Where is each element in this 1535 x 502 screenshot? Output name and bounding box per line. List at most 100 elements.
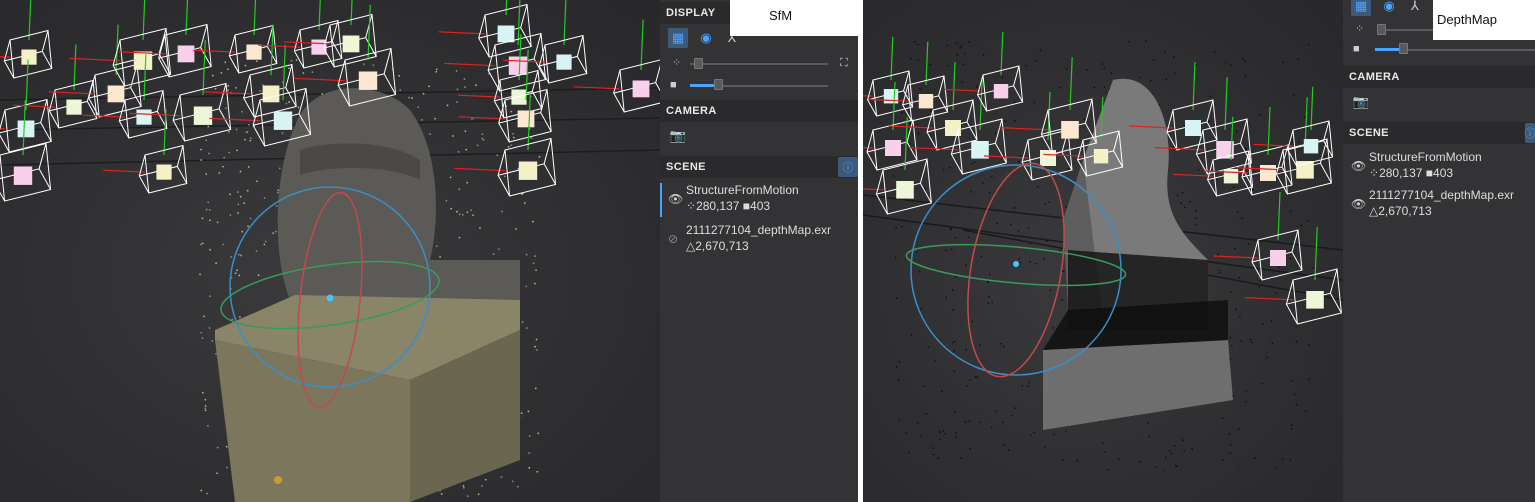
point bbox=[1195, 64, 1197, 66]
point bbox=[236, 269, 238, 272]
point bbox=[288, 67, 290, 70]
point-size-slider[interactable] bbox=[690, 63, 828, 65]
point bbox=[1308, 43, 1310, 46]
scene-item-structure-from-motion[interactable]: 👁 StructureFromMotion ⁘280,137 ■403 bbox=[660, 183, 858, 217]
point bbox=[946, 44, 948, 47]
point bbox=[272, 232, 275, 235]
target-icon[interactable]: ◉ bbox=[696, 28, 716, 48]
point bbox=[243, 202, 246, 205]
3d-viewport[interactable] bbox=[863, 0, 1343, 502]
scene-item-name: 2111277104_depthMap.exr bbox=[1369, 188, 1515, 202]
point bbox=[1147, 422, 1149, 424]
point bbox=[1195, 217, 1198, 219]
point bbox=[440, 493, 443, 495]
point-size-slider-handle[interactable] bbox=[1377, 24, 1386, 35]
viewport-scene bbox=[863, 31, 1343, 472]
point bbox=[1291, 139, 1293, 141]
scene-item-depthmap[interactable]: ⊘ 2111277104_depthMap.exr △2,670,713 bbox=[660, 223, 858, 257]
point bbox=[1241, 58, 1244, 60]
point bbox=[1042, 258, 1045, 260]
info-icon[interactable]: ⓘ bbox=[1525, 123, 1535, 143]
point bbox=[971, 320, 973, 323]
point bbox=[248, 123, 250, 126]
point bbox=[1244, 60, 1246, 62]
point bbox=[207, 125, 210, 128]
point bbox=[1213, 50, 1216, 53]
point bbox=[1030, 434, 1032, 437]
point bbox=[1165, 456, 1167, 459]
point bbox=[263, 243, 266, 246]
point bbox=[458, 236, 461, 239]
camera-scale-slider-handle[interactable] bbox=[1399, 43, 1408, 54]
point-size-slider[interactable] bbox=[1379, 29, 1439, 31]
point bbox=[528, 435, 531, 437]
point bbox=[1004, 120, 1006, 122]
point bbox=[942, 168, 945, 171]
scene-item-stats: ⁘280,137 ■403 bbox=[1369, 166, 1453, 180]
scene-header: SCENE bbox=[660, 156, 858, 178]
point bbox=[916, 251, 918, 253]
point bbox=[968, 41, 970, 43]
point bbox=[200, 148, 202, 151]
point bbox=[472, 214, 475, 217]
point bbox=[1014, 207, 1016, 209]
point bbox=[1216, 178, 1218, 181]
camera-scale-slider[interactable] bbox=[1401, 49, 1535, 51]
camera-frustum bbox=[573, 19, 660, 113]
eye-icon[interactable]: 👁 bbox=[1351, 159, 1366, 173]
point bbox=[1278, 266, 1280, 268]
point bbox=[1003, 345, 1005, 348]
point bbox=[1014, 101, 1016, 103]
eye-icon[interactable]: 👁 bbox=[668, 192, 683, 206]
info-icon[interactable]: ⓘ bbox=[838, 157, 858, 177]
point bbox=[363, 63, 365, 66]
point bbox=[954, 340, 956, 343]
point bbox=[923, 385, 925, 387]
point bbox=[1229, 358, 1231, 360]
camera-scale-slider[interactable] bbox=[716, 85, 828, 87]
point bbox=[1139, 461, 1141, 463]
point bbox=[236, 191, 239, 193]
point bbox=[969, 447, 971, 450]
point bbox=[1228, 433, 1231, 435]
point bbox=[1044, 446, 1046, 448]
eye-icon[interactable]: 👁 bbox=[1351, 197, 1366, 211]
camera-snapshot-icon[interactable]: 📷 bbox=[668, 126, 688, 146]
fit-view-icon[interactable]: ⛶ bbox=[840, 58, 848, 69]
comparison-label-sfm: SfM bbox=[730, 0, 858, 36]
camera-scale-slider-handle[interactable] bbox=[714, 79, 723, 90]
point bbox=[458, 213, 461, 216]
point bbox=[1248, 243, 1250, 245]
point bbox=[974, 376, 977, 378]
point bbox=[944, 433, 946, 435]
point bbox=[1208, 120, 1210, 123]
scene-item-structure-from-motion[interactable]: 👁 StructureFromMotion ⁘280,137 ■403 bbox=[1343, 150, 1535, 184]
point bbox=[1238, 428, 1240, 430]
point bbox=[1007, 449, 1010, 451]
eye-off-icon[interactable]: ⊘ bbox=[668, 232, 678, 246]
point-size-slider-handle[interactable] bbox=[694, 58, 703, 69]
point bbox=[1270, 320, 1273, 322]
point bbox=[962, 63, 964, 65]
point bbox=[1182, 439, 1184, 441]
point bbox=[953, 350, 955, 352]
point bbox=[234, 86, 237, 89]
camera-snapshot-icon[interactable]: 📷 bbox=[1351, 92, 1371, 112]
point bbox=[898, 361, 901, 363]
point bbox=[528, 452, 531, 455]
scene-item-depthmap[interactable]: 👁 2111277104_depthMap.exr △2,670,713 bbox=[1343, 188, 1535, 222]
point bbox=[512, 136, 515, 139]
point bbox=[462, 486, 465, 489]
point bbox=[1229, 336, 1231, 339]
point bbox=[929, 63, 932, 66]
point bbox=[372, 64, 375, 67]
figure-icon[interactable]: ⅄ bbox=[1405, 0, 1425, 16]
target-icon[interactable]: ◉ bbox=[1379, 0, 1399, 16]
grid-icon[interactable]: ▦ bbox=[1351, 0, 1371, 16]
grid-icon[interactable]: ▦ bbox=[668, 28, 688, 48]
point bbox=[1002, 421, 1004, 424]
point bbox=[228, 151, 231, 154]
point bbox=[917, 43, 919, 46]
point bbox=[501, 210, 503, 213]
3d-viewport[interactable] bbox=[0, 0, 660, 502]
